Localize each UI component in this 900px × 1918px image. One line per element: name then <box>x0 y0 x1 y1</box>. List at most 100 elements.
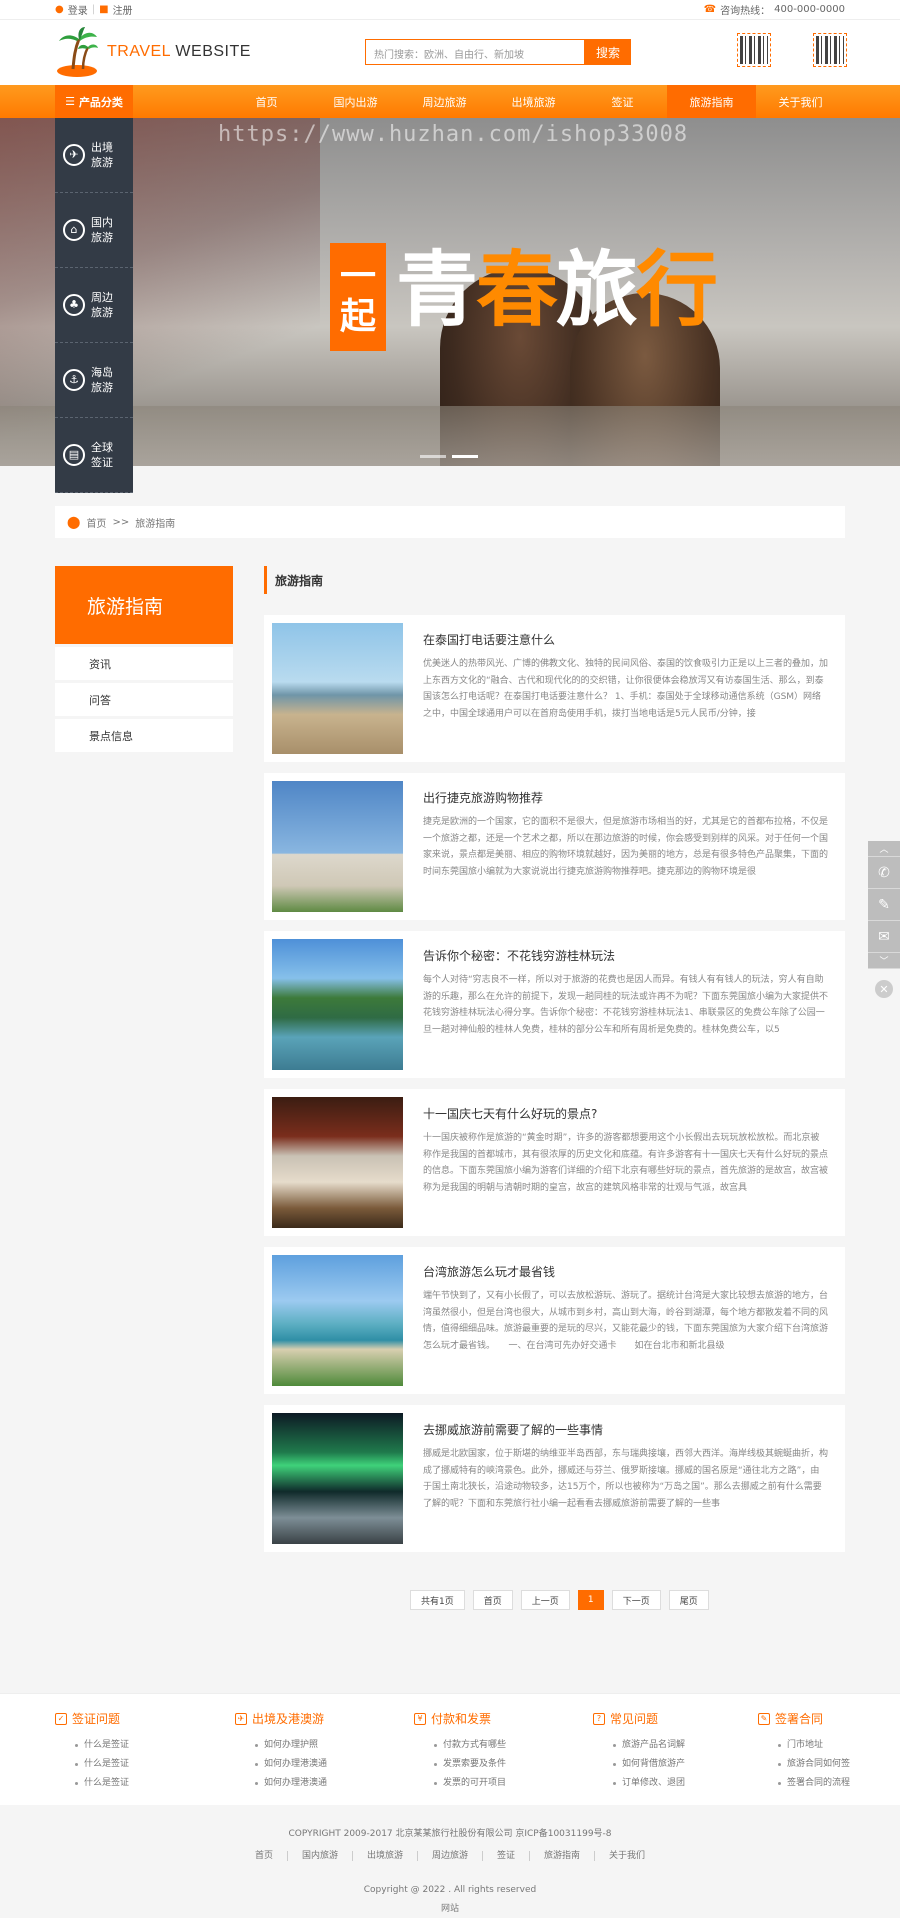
article-title[interactable]: 台湾旅游怎么玩才最省钱 <box>423 1263 823 1280</box>
footer-help-title-text: 签证问题 <box>72 1712 121 1726</box>
nav-item[interactable]: 出境旅游 <box>489 85 578 118</box>
sidebar-item[interactable]: 资讯 <box>55 647 233 680</box>
article-card[interactable]: 出行捷克旅游购物推荐 捷克是欧洲的一个国家，它的面积不是很大，但是旅游市场相当的好… <box>264 773 845 920</box>
pager-first[interactable]: 首页 <box>472 1590 513 1610</box>
footer-help-title-text: 签署合同 <box>775 1712 824 1726</box>
article-thumbnail[interactable] <box>272 623 403 754</box>
footer-link[interactable]: 签证 <box>483 1851 531 1861</box>
footer-link[interactable]: 出境旅游 <box>353 1851 418 1861</box>
footer-site-label: 网站 <box>440 1904 459 1914</box>
list-icon: ☰ <box>65 95 75 108</box>
pager-last[interactable]: 尾页 <box>668 1590 709 1610</box>
footer-help-title-text: 常见问题 <box>610 1712 659 1726</box>
edit-icon[interactable]: ✎ <box>868 889 900 921</box>
footer-help-title: ✈ 出境及港澳游 <box>235 1710 395 1727</box>
header: TRAVEL WEBSITE 热门搜索：欧洲、自由行、新加坡 搜索 <box>0 20 900 85</box>
article-card[interactable]: 告诉你个秘密：不花钱穷游桂林玩法 每个人对待“穷志良不一样，所以对于旅游的花费也是… <box>264 931 845 1078</box>
footer-help-title: ✎ 签署合同 <box>758 1710 900 1727</box>
chevron-up-icon[interactable]: ︿ <box>868 841 900 857</box>
footer-link[interactable]: 国内旅游 <box>288 1851 353 1861</box>
plane-icon: ✈ <box>63 144 85 166</box>
sidebar-item[interactable]: 景点信息 <box>55 719 233 752</box>
footer-help-link[interactable]: 如何背借旅游产 <box>613 1755 753 1774</box>
footer-link[interactable]: 关于我们 <box>595 1851 659 1861</box>
article-title[interactable]: 在泰国打电话要注意什么 <box>423 631 823 648</box>
phone-icon[interactable]: ✆ <box>868 857 900 889</box>
nav-item[interactable]: 关于我们 <box>756 85 845 118</box>
footer-link[interactable]: 旅游指南 <box>530 1851 596 1861</box>
site-logo[interactable]: TRAVEL WEBSITE <box>55 27 251 77</box>
article-title[interactable]: 十一国庆七天有什么好玩的景点? <box>423 1105 823 1122</box>
article-thumbnail[interactable] <box>272 939 403 1070</box>
nav-item[interactable]: 国内出游 <box>311 85 400 118</box>
sidebar-item[interactable]: 问答 <box>55 683 233 716</box>
nav-item[interactable]: 首页 <box>222 85 311 118</box>
article-card[interactable]: 十一国庆七天有什么好玩的景点? 十一国庆被称作是旅游的“黄金时期”，许多的游客都想… <box>264 1089 845 1236</box>
article-title[interactable]: 去挪威旅游前需要了解的一些事情 <box>423 1421 823 1438</box>
footer-copyright: COPYRIGHT 2009-2017 北京某某旅行社股份有限公司 京ICP备1… <box>288 1829 612 1839</box>
visa-icon: ✓ <box>55 1712 67 1725</box>
side-category-item[interactable]: ✈ 出境 旅游 <box>55 118 133 193</box>
slide-dot[interactable] <box>452 455 478 458</box>
footer-help-link[interactable]: 付款方式有哪些 <box>434 1736 574 1755</box>
side-category-label: 周边 旅游 <box>91 290 113 319</box>
footer-help-link[interactable]: 什么是签证 <box>75 1736 215 1755</box>
pager-next[interactable]: 下一页 <box>611 1590 661 1610</box>
article-thumbnail[interactable] <box>272 1097 403 1228</box>
article-title[interactable]: 出行捷克旅游购物推荐 <box>423 789 823 806</box>
search-input[interactable]: 热门搜索：欧洲、自由行、新加坡 <box>365 39 585 65</box>
footer-help-link[interactable]: 发票的可开项目 <box>434 1774 574 1793</box>
footer-link[interactable]: 首页 <box>241 1851 288 1861</box>
side-category-item[interactable]: ⚓ 海岛 旅游 <box>55 343 133 418</box>
register-link[interactable]: 注册 <box>113 2 133 17</box>
footer-help-link[interactable]: 如何办理港澳通 <box>255 1755 395 1774</box>
side-category-item[interactable]: ⌂ 国内 旅游 <box>55 193 133 268</box>
footer-help-link[interactable]: 什么是签证 <box>75 1774 215 1793</box>
breadcrumb-current: 旅游指南 <box>135 518 176 530</box>
sidebar-title: 旅游指南 <box>55 566 233 644</box>
side-category-item[interactable]: ♣ 周边 旅游 <box>55 268 133 343</box>
breadcrumb-separator: >> <box>112 516 130 528</box>
search-button[interactable]: 搜索 <box>585 39 631 65</box>
palm-icon: ♣ <box>63 294 85 316</box>
footer-help-column: ? 常见问题 旅游产品名词解 如何背借旅游产 订单修改、退团 <box>593 1710 753 1793</box>
side-category-label: 出境 旅游 <box>91 140 113 169</box>
slide-dot[interactable] <box>420 455 446 458</box>
article-thumbnail[interactable] <box>272 781 403 912</box>
article-title[interactable]: 告诉你个秘密：不花钱穷游桂林玩法 <box>423 947 823 964</box>
mail-icon[interactable]: ✉ <box>868 921 900 953</box>
nav-item[interactable]: 旅游指南 <box>667 85 756 118</box>
footer-help-link[interactable]: 签署合同的流程 <box>778 1774 900 1793</box>
product-category-tab[interactable]: ☰ 产品分类 <box>55 85 133 118</box>
footer-help-link[interactable]: 什么是签证 <box>75 1755 215 1774</box>
login-link[interactable]: 登录 <box>68 2 88 17</box>
footer-help-link[interactable]: 旅游产品名词解 <box>613 1736 753 1755</box>
article-card[interactable]: 在泰国打电话要注意什么 优美迷人的热带风光、广博的佛教文化、独特的民间风俗、泰国的… <box>264 615 845 762</box>
location-pin-icon: ⬤ <box>67 515 81 529</box>
breadcrumb-home[interactable]: 首页 <box>86 515 106 530</box>
guide-sidebar: 旅游指南 资讯 问答 景点信息 <box>55 566 233 752</box>
slogan-char: 旅 <box>556 242 638 338</box>
side-category-label: 海岛 旅游 <box>91 365 113 394</box>
footer-help-link[interactable]: 订单修改、退团 <box>613 1774 753 1793</box>
footer-help-link[interactable]: 发票索要及条件 <box>434 1755 574 1774</box>
close-icon[interactable]: ✕ <box>875 980 893 998</box>
article-thumbnail[interactable] <box>272 1255 403 1386</box>
nav-items: 首页 国内出游 周边旅游 出境旅游 签证 旅游指南 关于我们 <box>222 85 845 118</box>
nav-item[interactable]: 签证 <box>578 85 667 118</box>
footer-help-link[interactable]: 旅游合同如何签 <box>778 1755 900 1774</box>
nav-item[interactable]: 周边旅游 <box>400 85 489 118</box>
footer-help-link[interactable]: 门市地址 <box>778 1736 900 1755</box>
hotline-label: 咨询热线： <box>720 6 771 17</box>
pager-prev[interactable]: 上一页 <box>520 1590 570 1610</box>
article-card[interactable]: 台湾旅游怎么玩才最省钱 端午节快到了，又有小长假了，可以去放松游玩、游玩了。据统计… <box>264 1247 845 1394</box>
pager-current[interactable]: 1 <box>577 1590 604 1610</box>
footer-help-link[interactable]: 如何办理护照 <box>255 1736 395 1755</box>
footer-help-link[interactable]: 如何办理港澳通 <box>255 1774 395 1793</box>
hero-banner[interactable]: https://www.huzhan.com/ishop33008 一起 青春旅… <box>0 118 900 466</box>
article-card[interactable]: 去挪威旅游前需要了解的一些事情 挪威是北欧国家，位于斯堪的纳维亚半岛西部，东与瑞典… <box>264 1405 845 1552</box>
chevron-down-icon[interactable]: ﹀ <box>868 953 900 969</box>
footer-link[interactable]: 周边旅游 <box>418 1851 483 1861</box>
side-category-item[interactable]: ▤ 全球 签证 <box>55 418 133 493</box>
article-thumbnail[interactable] <box>272 1413 403 1544</box>
